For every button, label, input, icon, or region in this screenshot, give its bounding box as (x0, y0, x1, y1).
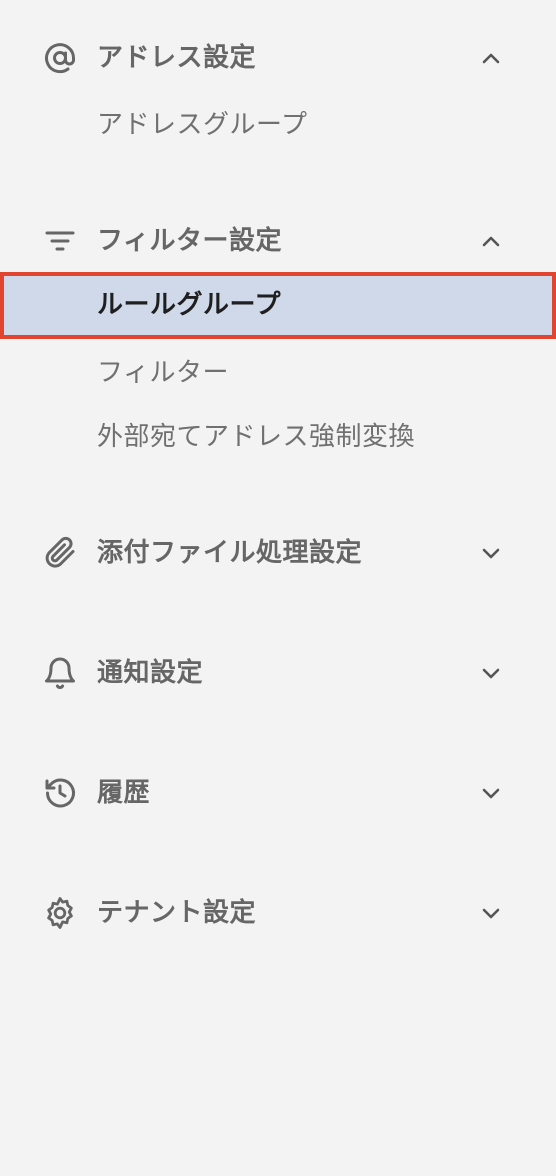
chevron-up-icon[interactable] (476, 226, 506, 256)
sidebar-item-filter[interactable]: フィルター (0, 343, 556, 403)
chevron-down-icon[interactable] (476, 658, 506, 688)
section-filter-settings[interactable]: フィルター設定 (0, 211, 556, 271)
section-label: フィルター設定 (97, 226, 282, 256)
section-history[interactable]: 履歴 (0, 763, 556, 823)
chevron-down-icon[interactable] (476, 778, 506, 808)
at-sign-icon (42, 40, 78, 76)
section-tenant-settings[interactable]: テナント設定 (0, 883, 556, 943)
bell-icon (42, 655, 78, 691)
section-label: 添付ファイル処理設定 (97, 538, 363, 568)
chevron-down-icon[interactable] (476, 898, 506, 928)
sidebar-item-label: 外部宛てアドレス強制変換 (97, 422, 416, 452)
chevron-up-icon[interactable] (476, 43, 506, 73)
sidebar-item-external-address-conversion[interactable]: 外部宛てアドレス強制変換 (0, 407, 556, 467)
sidebar-item-rule-group[interactable]: ルールグループ (0, 272, 556, 339)
section-notification-settings[interactable]: 通知設定 (0, 643, 556, 703)
settings-sidebar: アドレス設定 アドレスグループ フィルター設定 ルールグループ フィルター 外部… (0, 0, 556, 1176)
section-attachment-settings[interactable]: 添付ファイル処理設定 (0, 523, 556, 583)
filter-icon (42, 223, 78, 259)
sidebar-item-label: フィルター (97, 358, 229, 388)
section-label: テナント設定 (97, 898, 257, 928)
section-label: アドレス設定 (97, 43, 257, 73)
paperclip-icon (42, 535, 78, 571)
history-icon (42, 775, 78, 811)
sidebar-item-label: アドレスグループ (97, 110, 308, 140)
gear-icon (42, 895, 78, 931)
section-label: 履歴 (97, 778, 151, 808)
chevron-down-icon[interactable] (476, 538, 506, 568)
section-label: 通知設定 (97, 658, 204, 688)
sidebar-item-address-group[interactable]: アドレスグループ (0, 95, 556, 155)
sidebar-item-label: ルールグループ (97, 290, 281, 320)
section-address-settings[interactable]: アドレス設定 (0, 28, 556, 88)
